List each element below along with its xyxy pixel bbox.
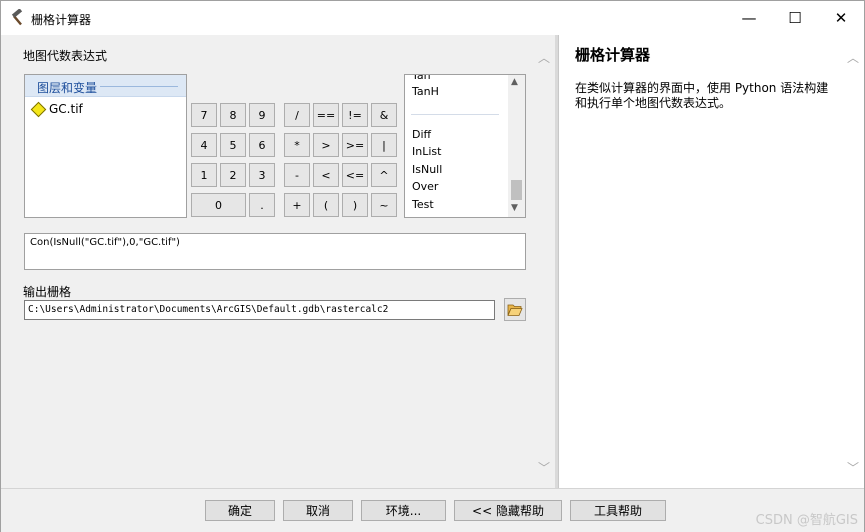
calc-button-1[interactable]: 1: [191, 163, 217, 187]
function-group-divider: [411, 114, 499, 115]
calc-button-2[interactable]: 2: [220, 163, 246, 187]
environments-button[interactable]: 环境...: [361, 500, 446, 521]
calc-button-less[interactable]: <: [313, 163, 339, 187]
calc-button-subtract[interactable]: -: [284, 163, 310, 187]
layer-name: GC.tif: [49, 102, 83, 116]
panel-scroll-up-icon[interactable]: ︿: [538, 49, 550, 66]
help-scroll-up-icon[interactable]: ︿: [847, 49, 859, 66]
maximize-button[interactable]: ☐: [772, 1, 818, 35]
hammer-icon: [9, 8, 27, 27]
help-description: 在类似计算器的界面中，使用 Python 语法构建和执行单个地图代数表达式。: [575, 81, 829, 110]
calc-button-greater-equal[interactable]: >=: [342, 133, 368, 157]
tools-function-list[interactable]: Tan TanH Diff InList IsNull Over Test ▲ …: [404, 74, 526, 218]
calc-button-left-paren[interactable]: (: [313, 193, 339, 217]
open-folder-icon: [507, 304, 523, 316]
layers-and-variables-list: 图层和变量 GC.tif: [24, 74, 187, 218]
calc-button-xor[interactable]: ^: [371, 163, 397, 187]
tool-help-button[interactable]: 工具帮助: [570, 500, 666, 521]
calc-button-7[interactable]: 7: [191, 103, 217, 127]
calc-button-3[interactable]: 3: [249, 163, 275, 187]
expression-textbox[interactable]: Con(IsNull("GC.tif"),0,"GC.tif"): [24, 233, 526, 270]
calc-button-multiply[interactable]: *: [284, 133, 310, 157]
panel-scroll-down-icon[interactable]: ﹀: [538, 459, 550, 476]
hide-help-button[interactable]: << 隐藏帮助: [454, 500, 562, 521]
close-button[interactable]: ✕: [818, 1, 864, 35]
calc-button-divide[interactable]: /: [284, 103, 310, 127]
function-item-test[interactable]: Test: [412, 198, 434, 211]
scroll-down-icon[interactable]: ▼: [511, 203, 518, 213]
layer-item-gc-tif[interactable]: GC.tif: [30, 101, 83, 117]
layers-header: 图层和变量: [25, 75, 186, 97]
title-bar: 栅格计算器 — ☐ ✕: [1, 1, 864, 35]
watermark-text: CSDN @智航GIS: [755, 513, 858, 528]
scroll-up-icon[interactable]: ▲: [511, 77, 518, 87]
button-bar: 确定 取消 环境... << 隐藏帮助 工具帮助 CSDN @智航GIS: [1, 488, 864, 532]
calc-button-right-paren[interactable]: ): [342, 193, 368, 217]
ok-button[interactable]: 确定: [205, 500, 275, 521]
help-panel: 栅格计算器 在类似计算器的界面中，使用 Python 语法构建和执行单个地图代数…: [558, 35, 864, 488]
help-scroll-down-icon[interactable]: ﹀: [847, 459, 859, 476]
parameters-panel: 地图代数表达式 ︿ ﹀ 图层和变量 GC.tif 7 8 9 / == != &…: [3, 35, 555, 488]
output-raster-label: 输出栅格: [23, 285, 72, 299]
function-list-scrollbar[interactable]: ▲ ▼: [508, 75, 525, 217]
calc-button-equal[interactable]: ==: [313, 103, 339, 127]
scrollbar-thumb[interactable]: [511, 180, 522, 200]
expression-label: 地图代数表达式: [23, 49, 108, 63]
function-item-inlist[interactable]: InList: [412, 145, 441, 158]
function-item-tan[interactable]: Tan: [412, 75, 431, 82]
calc-button-6[interactable]: 6: [249, 133, 275, 157]
raster-calculator-window: 栅格计算器 — ☐ ✕ 地图代数表达式 ︿ ﹀ 图层和变量 GC.tif 7 8…: [0, 0, 865, 532]
calc-button-9[interactable]: 9: [249, 103, 275, 127]
calc-button-8[interactable]: 8: [220, 103, 246, 127]
calc-button-4[interactable]: 4: [191, 133, 217, 157]
calc-button-and[interactable]: &: [371, 103, 397, 127]
calc-button-not-equal[interactable]: !=: [342, 103, 368, 127]
function-item-over[interactable]: Over: [412, 180, 438, 193]
function-item-diff[interactable]: Diff: [412, 128, 431, 141]
calc-button-not[interactable]: ~: [371, 193, 397, 217]
calc-button-5[interactable]: 5: [220, 133, 246, 157]
calc-button-0[interactable]: 0: [191, 193, 246, 217]
calc-button-or[interactable]: |: [371, 133, 397, 157]
cancel-button[interactable]: 取消: [283, 500, 353, 521]
browse-folder-button[interactable]: [504, 298, 526, 321]
calc-button-add[interactable]: +: [284, 193, 310, 217]
raster-layer-icon: [30, 101, 47, 117]
layers-header-label: 图层和变量: [37, 81, 98, 95]
window-title: 栅格计算器: [31, 13, 92, 27]
calc-button-less-equal[interactable]: <=: [342, 163, 368, 187]
function-item-tanh[interactable]: TanH: [412, 85, 439, 98]
calc-button-dot[interactable]: .: [249, 193, 275, 217]
header-divider: [100, 86, 178, 87]
output-raster-field[interactable]: C:\Users\Administrator\Documents\ArcGIS\…: [24, 300, 495, 320]
function-item-isnull[interactable]: IsNull: [412, 163, 442, 176]
calc-button-greater[interactable]: >: [313, 133, 339, 157]
minimize-button[interactable]: —: [726, 1, 772, 35]
help-title: 栅格计算器: [575, 46, 651, 64]
